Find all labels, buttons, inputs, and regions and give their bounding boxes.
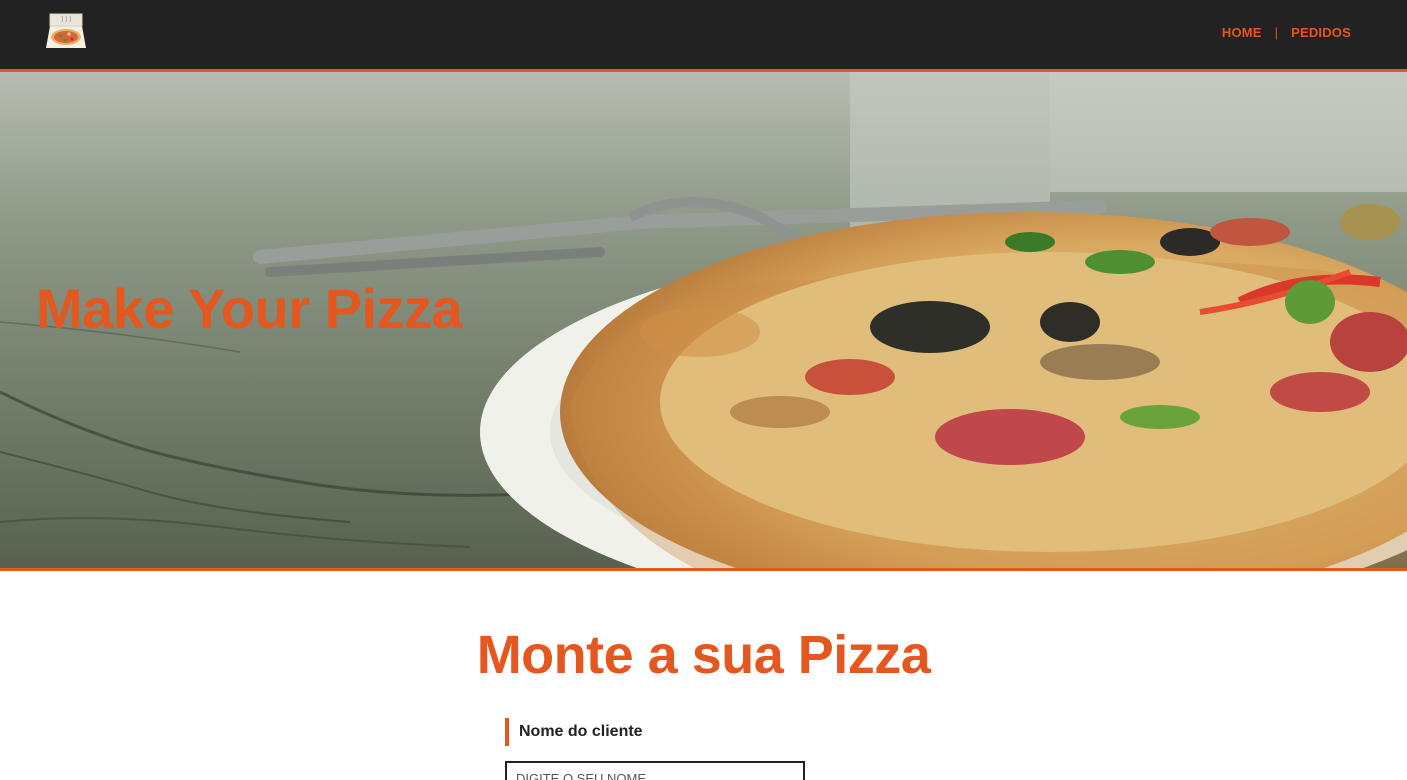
pizza-box-icon[interactable] <box>44 12 88 52</box>
navbar: HOME | PEDIDOS <box>0 0 1407 72</box>
page-title: Monte a sua Pizza <box>476 625 931 685</box>
nav-link-pedidos[interactable]: PEDIDOS <box>1291 25 1351 40</box>
hero-banner: Make Your Pizza <box>0 72 1407 571</box>
nav-separator: | <box>1274 25 1279 40</box>
customer-name-label: Nome do cliente <box>505 718 643 746</box>
nav-link-home[interactable]: HOME <box>1222 25 1262 40</box>
main-nav: HOME | PEDIDOS <box>1222 25 1351 40</box>
customer-name-input[interactable] <box>505 761 805 780</box>
hero-title: Make Your Pizza <box>36 277 463 340</box>
